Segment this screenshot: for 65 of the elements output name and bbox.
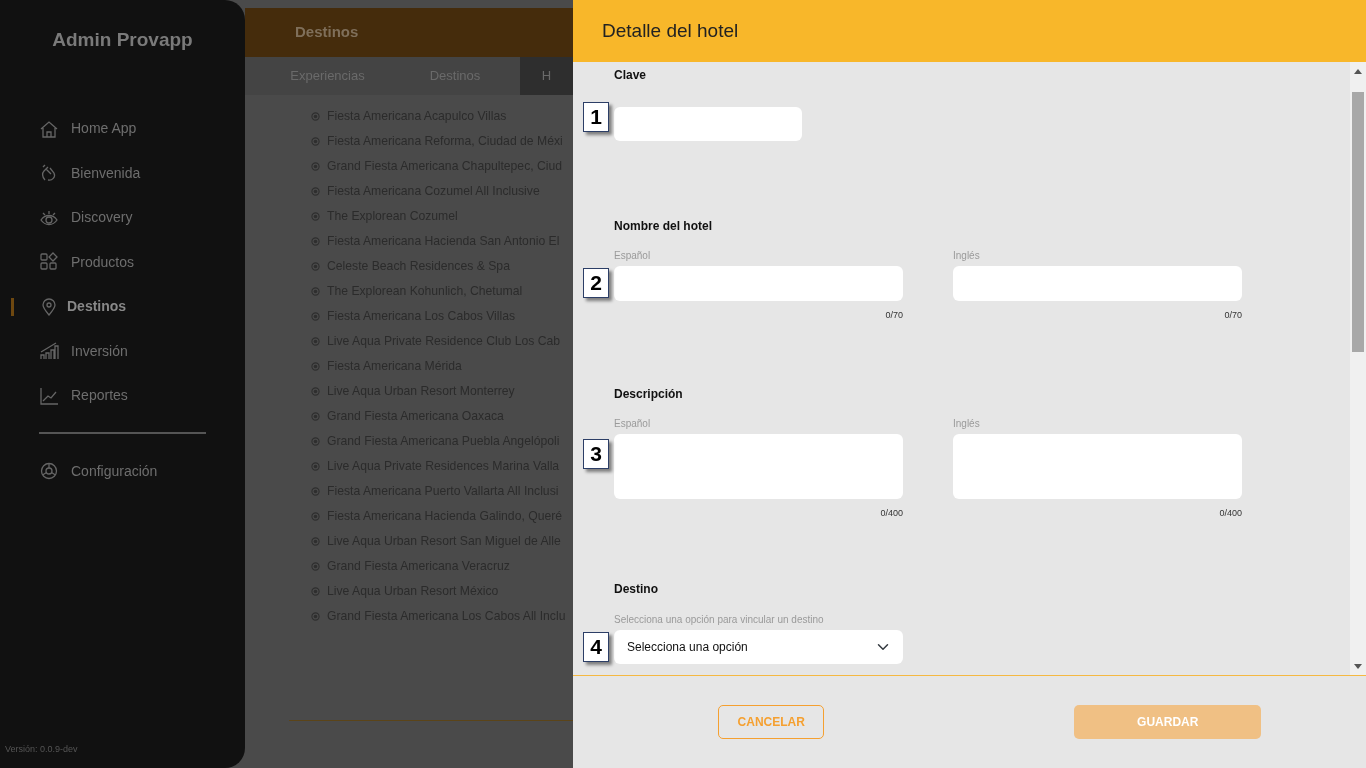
- sidebar-item[interactable]: Discovery: [0, 195, 245, 240]
- input-field[interactable]: [614, 107, 802, 141]
- select-field[interactable]: Selecciona una opción: [614, 630, 903, 664]
- sidebar-item[interactable]: Reportes: [0, 373, 245, 418]
- page-header: Destinos: [245, 8, 573, 57]
- bullet-icon: [311, 587, 320, 596]
- bullet-icon: [311, 162, 320, 171]
- app-title: Admin Provapp: [51, 28, 194, 52]
- step-marker: 3: [583, 438, 609, 469]
- text-area[interactable]: [614, 433, 903, 499]
- scrollbar[interactable]: [1350, 62, 1366, 675]
- version-label: Versión: 0.0.9-dev: [5, 742, 78, 756]
- bullet-icon: [311, 362, 320, 371]
- text-area[interactable]: [953, 433, 1242, 499]
- input-field[interactable]: [614, 266, 903, 301]
- cancel-button[interactable]: CANCELAR: [718, 705, 825, 739]
- grid-icon: [39, 252, 59, 273]
- bullet-icon: [311, 562, 320, 571]
- bullet-icon: [311, 187, 320, 196]
- bullet-icon: [311, 487, 320, 496]
- step-marker: 1: [583, 102, 609, 132]
- settings-icon: [39, 461, 59, 482]
- character-counter: 0/400: [1218, 506, 1242, 520]
- bullet-icon: [311, 412, 320, 421]
- sidebar-item[interactable]: Configuración: [0, 449, 245, 494]
- bullet-icon: [311, 337, 320, 346]
- section-label: Clave: [614, 67, 648, 84]
- character-counter: 0/70: [1223, 309, 1242, 322]
- bullet-icon: [311, 287, 320, 296]
- line-chart-icon: [39, 385, 59, 406]
- bullet-icon: [311, 212, 320, 221]
- bar-chart-icon: [39, 341, 59, 362]
- field-label: Inglés: [953, 416, 981, 431]
- sidebar-item[interactable]: Destinos: [0, 284, 245, 329]
- active-indicator: [11, 297, 14, 316]
- bullet-icon: [311, 612, 320, 621]
- field-label: Inglés: [953, 249, 981, 263]
- field-hint: Selecciona una opción para vincular un destino: [614, 613, 825, 627]
- sidebar-item[interactable]: Inversión: [0, 329, 245, 374]
- sidebar-item[interactable]: Home App: [0, 106, 245, 151]
- character-counter: 0/70: [884, 309, 903, 322]
- input-field[interactable]: [953, 266, 1242, 301]
- bullet-icon: [311, 387, 320, 396]
- sidebar-item[interactable]: Bienvenida: [0, 151, 245, 196]
- section-label: Nombre del hotel: [614, 218, 713, 235]
- tab[interactable]: H: [520, 57, 573, 95]
- bullet-icon: [311, 512, 320, 521]
- bullet-icon: [311, 137, 320, 146]
- drawer-header: Detalle del hotel: [573, 0, 1366, 62]
- step-marker: 4: [583, 632, 609, 662]
- bullet-icon: [311, 537, 320, 546]
- character-counter: 0/400: [879, 506, 903, 520]
- bullet-icon: [311, 112, 320, 121]
- field-label: Español: [614, 416, 652, 431]
- section-label: Destino: [614, 581, 659, 598]
- bullet-icon: [311, 237, 320, 246]
- step-marker: 2: [583, 268, 609, 298]
- location-pin-icon: [39, 296, 59, 317]
- bullet-icon: [311, 312, 320, 321]
- bullet-icon: [311, 462, 320, 471]
- field-label: Español: [614, 249, 652, 263]
- bullet-icon: [311, 262, 320, 271]
- sidebar-item[interactable]: Productos: [0, 240, 245, 285]
- bullet-icon: [311, 437, 320, 446]
- section-label: Descripción: [614, 385, 684, 403]
